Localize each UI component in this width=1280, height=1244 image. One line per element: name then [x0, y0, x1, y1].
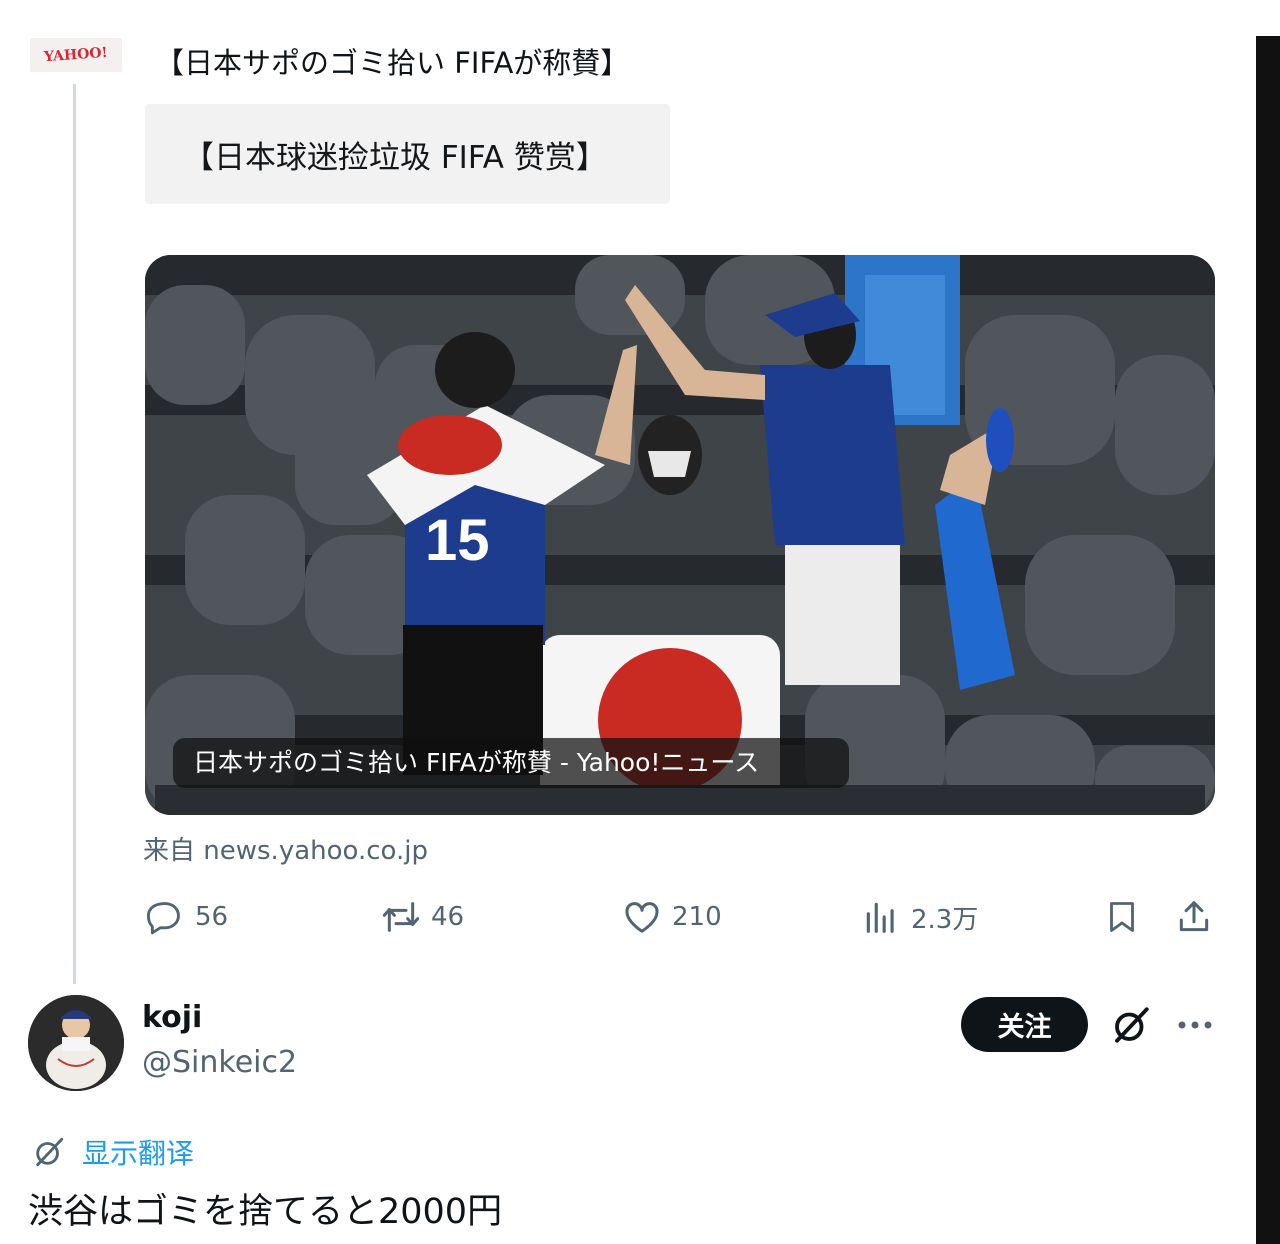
- link-media-card[interactable]: 15 日本サポのゴミ拾い FIFAが称賛 - Yahoo!ニュース: [145, 255, 1215, 815]
- reply-icon: [145, 897, 185, 937]
- repost-button[interactable]: 46: [381, 895, 464, 939]
- right-edge-border: [1256, 36, 1280, 1244]
- reply-count: 56: [195, 902, 229, 932]
- user-handle[interactable]: @Sinkeic2: [142, 1045, 297, 1080]
- translate-icon: [30, 1133, 68, 1171]
- thread-connector-line: [73, 84, 76, 984]
- repost-count: 46: [431, 902, 465, 932]
- like-button[interactable]: 210: [622, 895, 722, 939]
- translation-quote-box: 【日本球迷捡垃圾 FIFA 赞赏】: [145, 104, 670, 204]
- reply-button[interactable]: 56: [145, 895, 228, 939]
- display-name[interactable]: koji: [142, 1000, 202, 1035]
- yahoo-logo-text: YAHOO!: [43, 44, 109, 66]
- media-caption: 日本サポのゴミ拾い FIFAが称賛 - Yahoo!ニュース: [173, 738, 849, 788]
- show-translation-button[interactable]: 显示翻译: [30, 1130, 194, 1174]
- translate-label: 显示翻译: [82, 1137, 195, 1170]
- post-title: 【日本サポのゴミ拾い FIFAが称賛】: [155, 46, 630, 80]
- post-page: YAHOO! 【日本サポのゴミ拾い FIFAが称賛】 【日本球迷捡垃圾 FIFA…: [0, 0, 1280, 1244]
- quote-text: 【日本球迷捡垃圾 FIFA 赞赏】: [183, 139, 607, 176]
- reply-text: 渋谷はゴミを捨てると2000円: [28, 1192, 503, 1232]
- like-count: 210: [672, 902, 722, 932]
- views-button[interactable]: 2.3万: [861, 895, 978, 939]
- grok-icon[interactable]: [1108, 1002, 1154, 1048]
- follow-button[interactable]: 关注: [961, 997, 1088, 1052]
- yahoo-logo[interactable]: YAHOO!: [30, 38, 122, 72]
- source-link[interactable]: 来自 news.yahoo.co.jp: [143, 830, 428, 867]
- repost-icon: [381, 897, 421, 937]
- views-count: 2.3万: [911, 904, 979, 935]
- share-icon[interactable]: [1174, 897, 1214, 937]
- stadium-photo: 15: [145, 255, 1215, 815]
- svg-text:15: 15: [425, 508, 490, 573]
- avatar-image: [28, 995, 124, 1091]
- avatar[interactable]: [28, 995, 124, 1091]
- bookmark-icon[interactable]: [1102, 897, 1142, 937]
- like-icon: [622, 897, 662, 937]
- views-icon: [861, 897, 901, 937]
- more-icon[interactable]: [1172, 1002, 1218, 1048]
